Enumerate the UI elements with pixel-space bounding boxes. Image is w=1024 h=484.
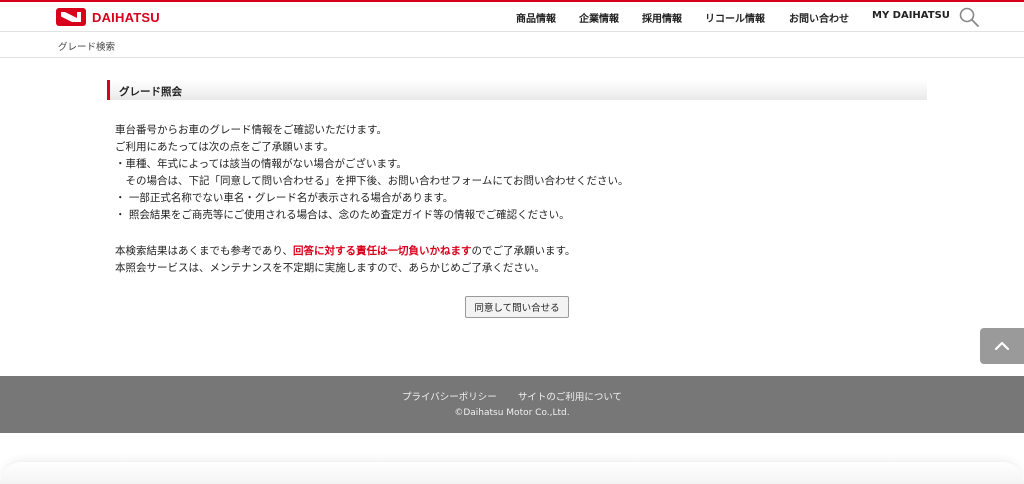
notice-line-4: その場合は、下記「同意して問い合わせる」を押下後、お問い合わせフォームにてお問い… — [115, 175, 629, 187]
disclaimer-highlight: 回答に対する責任は一切負いかねます — [292, 245, 472, 257]
nav-item-company[interactable]: 企業情報 — [579, 10, 619, 25]
back-to-top-button[interactable] — [980, 328, 1024, 364]
disclaimer-prefix: 本検索結果はあくまでも参考であり、 — [115, 245, 293, 257]
disclaimer-suffix: のでご了承願います。 — [471, 245, 576, 257]
page-bottom-edge — [0, 462, 1024, 484]
footer-link-terms[interactable]: サイトのご利用について — [518, 392, 622, 403]
notice-line-6: ・ 照会結果をご商売等にご使用される場合は、念のため査定ガイド等の情報でご確認く… — [115, 209, 570, 221]
brand-name: DAIHATSU — [92, 9, 160, 25]
notice-line-3: ・車種、年式によっては該当の情報がない場合がございます。 — [115, 158, 407, 170]
breadcrumb: グレード検索 — [58, 42, 116, 53]
daihatsu-logo-icon — [56, 8, 86, 26]
site-footer: プライバシーポリシー サイトのご利用について ©Daihatsu Motor C… — [0, 376, 1024, 433]
footer-links: プライバシーポリシー サイトのご利用について — [0, 389, 1024, 403]
disclaimer-text: 本検索結果はあくまでも参考であり、回答に対する責任は一切負いかねますのでご了承願… — [115, 243, 575, 260]
maintenance-text: 本照会サービスは、メンテナンスを不定期に実施しますので、あらかじめご了承ください… — [115, 262, 545, 274]
nav-item-contact[interactable]: お問い合わせ — [789, 10, 849, 25]
site-header: DAIHATSU 商品情報 企業情報 採用情報 リコール情報 お問い合わせ MY… — [0, 2, 1024, 32]
nav-item-my-daihatsu[interactable]: MY DAIHATSU — [872, 10, 950, 21]
brand-logo[interactable]: DAIHATSU — [56, 7, 160, 27]
agree-and-inquire-button[interactable]: 同意して問い合せる — [465, 296, 569, 318]
search-icon[interactable] — [958, 6, 980, 28]
notice-line-1: 車台番号からお車のグレード情報をご確認いただけます。 — [115, 124, 387, 136]
breadcrumb-bar: グレード検索 — [0, 32, 1024, 58]
notice-line-2: ご利用にあたっては次の点をご了承願います。 — [115, 141, 334, 153]
nav-item-recall[interactable]: リコール情報 — [705, 10, 765, 25]
footer-link-privacy[interactable]: プライバシーポリシー — [402, 392, 497, 403]
nav-item-recruit[interactable]: 採用情報 — [642, 10, 682, 25]
chevron-up-icon — [994, 341, 1010, 351]
notice-line-5: ・ 一部正式名称でない車名・グレード名が表示される場合があります。 — [115, 192, 454, 204]
copyright: ©Daihatsu Motor Co.,Ltd. — [454, 408, 570, 418]
section-heading: グレード照会 — [107, 80, 927, 100]
heading-accent-bar — [107, 80, 110, 100]
nav-item-products[interactable]: 商品情報 — [516, 10, 556, 25]
page-title: グレード照会 — [119, 86, 182, 98]
